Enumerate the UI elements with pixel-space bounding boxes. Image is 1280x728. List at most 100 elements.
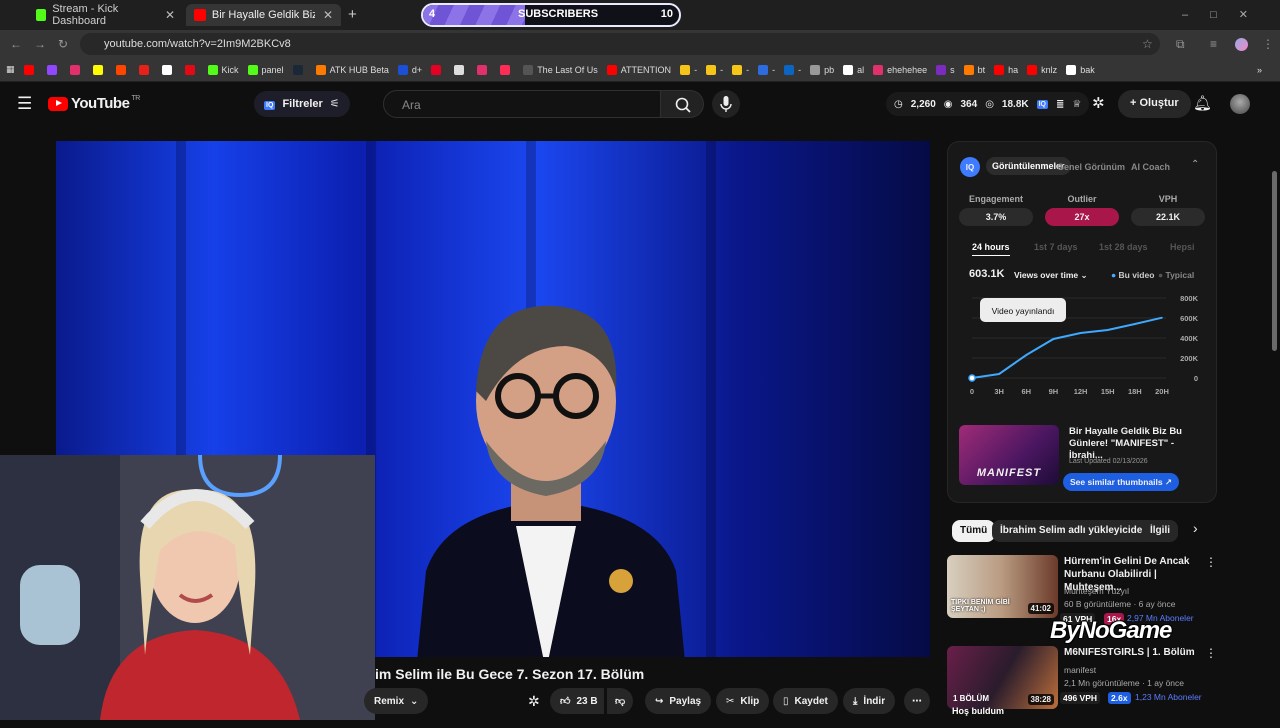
hamburger-menu-icon[interactable]: ☰	[17, 94, 32, 114]
profile-avatar[interactable]	[1235, 38, 1248, 51]
close-icon[interactable]: ✕	[157, 8, 175, 22]
bookmark-label: s	[950, 64, 955, 75]
views-dropdown[interactable]: Views over time ⌄	[1014, 270, 1088, 281]
bookmark-item[interactable]	[184, 64, 199, 75]
window-controls[interactable]: –□✕	[1182, 8, 1270, 21]
address-bar-row: ← → ↻ youtube.com/watch?v=2Im9M2BKCv8 ☆ …	[0, 30, 1280, 58]
more-icon: ⋯	[912, 695, 922, 707]
more-options-icon[interactable]: ⋮	[1205, 646, 1217, 660]
bookmark-item[interactable]: -	[732, 64, 749, 75]
bookmark-item[interactable]	[69, 64, 84, 75]
chat-message: Hoş buldum	[952, 706, 1004, 716]
page-scrollbar[interactable]	[1272, 171, 1277, 351]
url-field[interactable]: youtube.com/watch?v=2Im9M2BKCv8	[80, 33, 1160, 55]
bookmark-item[interactable]: -	[758, 64, 775, 75]
remix-button[interactable]: Remix ⌄	[364, 688, 429, 714]
tab-ai-coach[interactable]: AI Coach	[1131, 162, 1170, 172]
search-input[interactable]: Ara	[383, 90, 661, 118]
bookmark-item[interactable]: d+	[397, 64, 422, 75]
bookmark-item[interactable]	[138, 64, 153, 75]
related-thumbnail[interactable]: 1 BÖLÜM 38:28	[947, 646, 1058, 709]
more-options-icon[interactable]: ⋮	[1205, 555, 1217, 569]
see-similar-thumbnails-button[interactable]: See similar thumbnails ↗	[1063, 473, 1180, 491]
media-icon[interactable]: ≡	[1210, 37, 1217, 51]
bookmark-item[interactable]: ATK HUB Beta	[315, 64, 389, 75]
share-button[interactable]: ↪ Paylaş	[645, 688, 712, 714]
chip-all[interactable]: Tümü	[952, 520, 996, 542]
bookmark-item[interactable]	[454, 64, 468, 75]
bookmark-item[interactable]	[161, 64, 176, 75]
bookmark-item[interactable]	[500, 64, 514, 75]
bookmark-item[interactable]	[115, 64, 130, 75]
chart-point	[1079, 332, 1082, 334]
bookmark-item[interactable]: panel	[247, 64, 284, 75]
collapse-chevron-icon[interactable]: ⌃	[1191, 159, 1199, 170]
forward-icon[interactable]: →	[34, 37, 46, 51]
more-actions-button[interactable]: ⋯	[904, 688, 930, 714]
tab-youtube-video[interactable]: Bir Hayalle Geldik Biz Bu Günler ✕	[186, 4, 341, 26]
tab-kick-dashboard[interactable]: Stream - Kick Dashboard ✕	[28, 3, 183, 27]
reload-icon[interactable]: ↻	[58, 37, 68, 51]
bookmark-item[interactable]: ha	[994, 64, 1018, 75]
bookmark-item[interactable]: ATTENTION	[606, 64, 671, 75]
save-button[interactable]: ▯ Kaydet	[773, 688, 838, 714]
stat-c: 18.8K	[1001, 98, 1029, 110]
iq-badge: IQ	[960, 157, 980, 177]
bookmark-item[interactable]	[92, 64, 107, 75]
chip-related[interactable]: İlgili	[1142, 520, 1178, 542]
extension-gear-icon[interactable]: ✲	[1092, 94, 1105, 112]
bookmark-favicon-icon	[680, 64, 691, 75]
bookmark-item[interactable]: al	[843, 64, 864, 75]
clip-button[interactable]: ✂ Klip	[716, 688, 770, 714]
range-all[interactable]: Hepsi	[1170, 242, 1195, 252]
video-card-thumbnail[interactable]: MANIFEST	[959, 425, 1059, 485]
extension-gear-icon[interactable]: ✲	[528, 693, 540, 710]
search-button[interactable]	[660, 90, 704, 118]
create-button[interactable]: + Oluştur	[1118, 90, 1191, 118]
bookmarks-overflow-icon[interactable]: »	[1257, 65, 1262, 75]
bookmark-item[interactable]: -	[680, 64, 697, 75]
views-icon: ◎	[985, 98, 994, 110]
bookmark-item[interactable]: ehehehee	[873, 64, 927, 75]
range-24-hours[interactable]: 24 hours	[972, 242, 1010, 256]
bookmark-item[interactable]: Kick	[207, 64, 239, 75]
dislike-button[interactable]: 👎︎	[607, 688, 634, 714]
bell-icon[interactable]: 🔔︎	[1193, 94, 1212, 112]
voice-search-button[interactable]	[712, 90, 740, 118]
sliders-icon: ⚟	[329, 98, 340, 110]
close-icon[interactable]: ✕	[315, 8, 333, 22]
bookmark-item[interactable]: bak	[1066, 64, 1095, 75]
apps-grid-icon[interactable]: ▦	[6, 64, 15, 75]
bookmark-item[interactable]	[23, 64, 38, 75]
channel-stats-pill[interactable]: ◷ 2,260 ◉ 364 ◎ 18.8K IQ ≣ ♕	[886, 92, 1090, 116]
bookmark-item[interactable]: bt	[963, 64, 986, 75]
tab-overview[interactable]: Genel Görünüm	[1057, 162, 1125, 172]
thumb-caption: 1 BÖLÜM	[953, 694, 989, 703]
bookmark-item[interactable]: pb	[810, 64, 834, 75]
bookmark-item[interactable]	[46, 64, 61, 75]
chip-uploader[interactable]: İbrahim Selim adlı yükleyiciden	[992, 520, 1157, 542]
chevron-right-icon[interactable]: ›	[1193, 520, 1198, 536]
bookmark-item[interactable]	[477, 64, 491, 75]
bookmark-item[interactable]: knlz	[1027, 64, 1057, 75]
bookmark-item[interactable]: -	[784, 64, 801, 75]
bookmark-item[interactable]: -	[706, 64, 723, 75]
like-button[interactable]: 👍︎ 23 B	[550, 688, 604, 714]
bookmark-item[interactable]: The Last Of Us	[523, 64, 598, 75]
bookmark-item[interactable]: s	[936, 64, 955, 75]
bookmark-item[interactable]	[292, 64, 307, 75]
extensions-icon[interactable]: ⧉	[1176, 37, 1185, 52]
back-icon[interactable]: ←	[10, 37, 22, 51]
menu-icon[interactable]: ⋮	[1262, 37, 1274, 51]
range-28-days[interactable]: 1st 28 days	[1099, 242, 1148, 252]
bookmark-star-icon[interactable]: ☆	[1142, 37, 1153, 51]
bookmark-item[interactable]	[431, 64, 445, 75]
filters-button[interactable]: IQ Filtreler ⚟	[254, 91, 350, 117]
bookmark-label: bt	[977, 64, 986, 75]
youtube-logo[interactable]: YouTube TR	[48, 95, 140, 112]
download-button[interactable]: ⤓ İndir	[843, 688, 896, 714]
account-avatar[interactable]	[1230, 94, 1250, 114]
related-thumbnail[interactable]: TIPKI BENİM GİBİ ŞEYTAN ;) 41:02	[947, 555, 1058, 618]
new-tab-button[interactable]: +	[348, 6, 357, 23]
range-7-days[interactable]: 1st 7 days	[1034, 242, 1078, 252]
